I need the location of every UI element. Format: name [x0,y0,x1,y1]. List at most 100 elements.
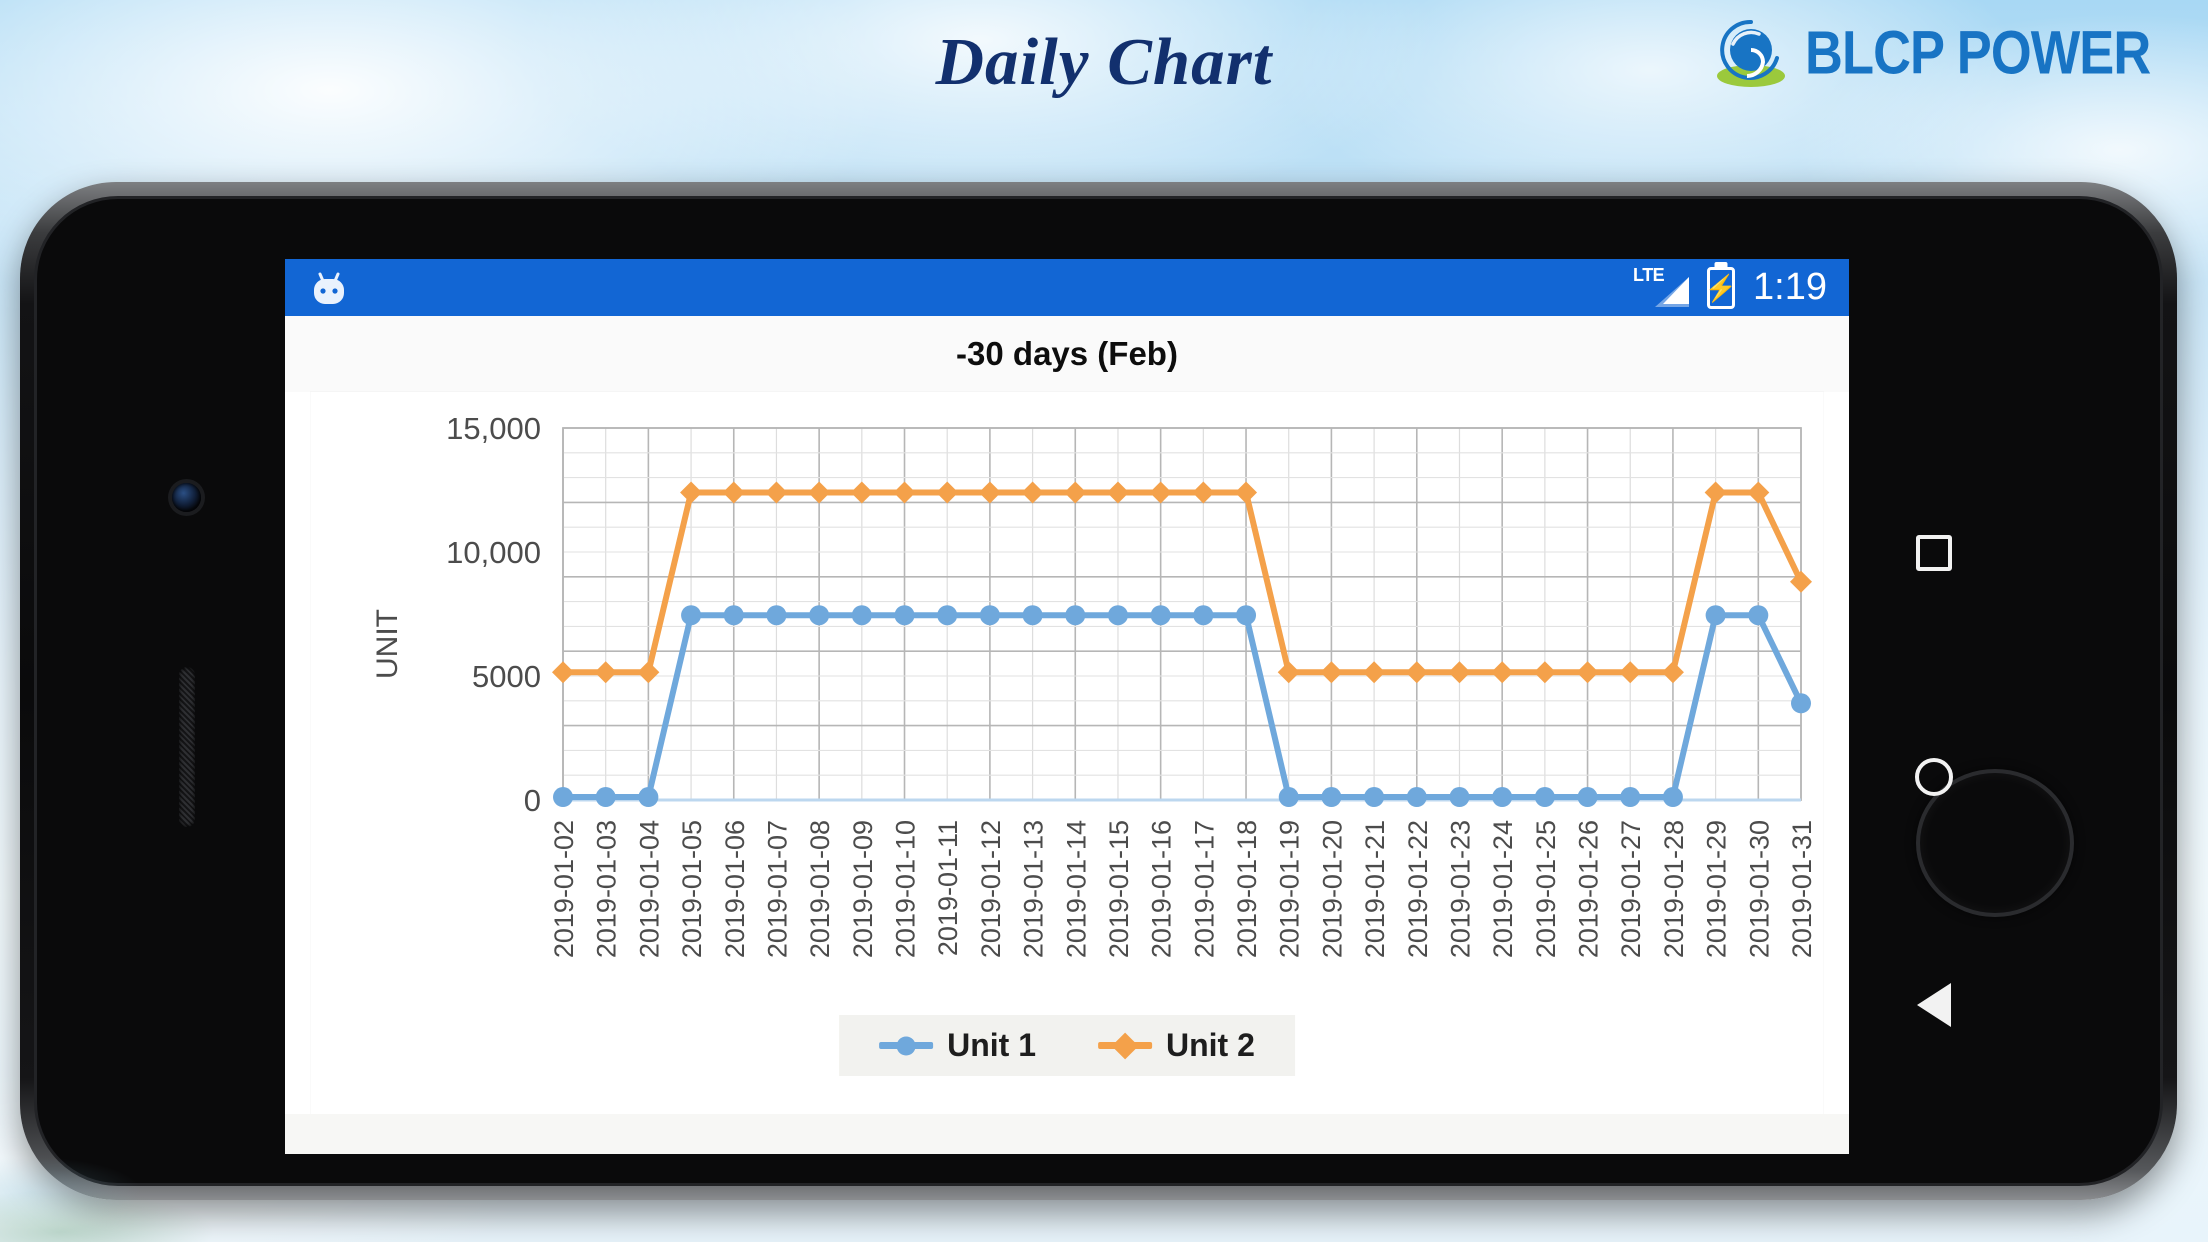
y-axis-tick-label: 15,000 [446,411,541,446]
chart-title: -30 days (Feb) [956,335,1178,372]
data-point-marker[interactable] [1492,787,1513,808]
data-point-marker[interactable] [680,481,703,504]
data-point-marker[interactable] [1150,605,1171,626]
y-axis-title: UNIT [371,609,404,679]
data-point-marker[interactable] [1406,787,1427,808]
data-point-marker[interactable] [1064,481,1087,504]
data-point-marker[interactable] [1449,787,1470,808]
data-point-marker[interactable] [1576,661,1599,684]
data-point-marker[interactable] [1107,605,1128,626]
data-point-marker[interactable] [1021,481,1044,504]
legend-item-unit1[interactable]: Unit 1 [879,1027,1036,1064]
blcp-logo: BLCP POWER [1711,14,2180,92]
x-axis-tick-label: 2019-01-18 [1232,820,1262,958]
legend-swatch-unit1 [879,1036,934,1055]
data-point-marker[interactable] [552,661,574,684]
data-point-marker[interactable] [765,481,788,504]
x-axis-tick-label: 2019-01-25 [1531,820,1561,958]
data-point-marker[interactable] [1491,661,1514,684]
data-point-marker[interactable] [1705,605,1726,626]
screen-footer [285,1114,1849,1154]
data-point-marker[interactable] [766,605,787,626]
data-point-marker[interactable] [1748,605,1769,626]
data-point-marker[interactable] [1533,661,1556,684]
data-point-marker[interactable] [979,605,1000,626]
data-point-marker[interactable] [1704,481,1727,504]
data-point-marker[interactable] [1149,481,1172,504]
x-axis-tick-label: 2019-01-28 [1659,820,1689,958]
data-point-marker[interactable] [850,481,873,504]
data-point-marker[interactable] [723,605,744,626]
data-point-marker[interactable] [1448,661,1471,684]
circle-icon[interactable] [1915,757,1953,796]
legend-swatch-unit2 [1098,1032,1152,1059]
x-axis-tick-label: 2019-01-08 [805,820,835,958]
square-icon[interactable] [1916,534,1952,571]
y-axis-tick-label: 5000 [472,659,541,694]
data-point-marker[interactable] [595,787,616,808]
x-axis-tick-label: 2019-01-15 [1104,820,1134,958]
data-point-marker[interactable] [1022,605,1043,626]
data-point-marker[interactable] [594,661,617,684]
x-axis-tick-label: 2019-01-06 [720,820,750,958]
data-point-marker[interactable] [1405,661,1428,684]
data-point-marker[interactable] [809,605,830,626]
x-axis-tick-label: 2019-01-09 [848,820,878,958]
data-point-marker[interactable] [553,787,573,808]
data-point-marker[interactable] [1192,481,1215,504]
x-axis-tick-label: 2019-01-21 [1360,820,1390,958]
page-root: Daily Chart BLCP POWER LTE ⚡ 1:19 -30 da… [0,0,2208,1242]
data-point-marker[interactable] [1235,481,1258,504]
data-point-marker[interactable] [681,605,702,626]
data-point-marker[interactable] [1363,661,1386,684]
data-point-marker[interactable] [893,481,916,504]
data-point-marker[interactable] [1619,661,1642,684]
data-point-marker[interactable] [1661,661,1684,684]
data-point-marker[interactable] [1534,787,1555,808]
data-point-marker[interactable] [978,481,1001,504]
phone-body: LTE ⚡ 1:19 -30 days (Feb) 0 5000 10,000 … [34,196,2163,1186]
blcp-swirl-logo-icon [1711,14,1789,92]
data-point-marker[interactable] [1106,481,1129,504]
data-point-marker[interactable] [1236,605,1257,626]
data-point-marker[interactable] [936,481,959,504]
data-point-marker[interactable] [1320,661,1343,684]
data-point-marker[interactable] [1747,481,1770,504]
x-axis-tick-label: 2019-01-19 [1275,820,1305,958]
data-point-marker[interactable] [1364,787,1385,808]
triangle-left-icon[interactable] [1917,983,1951,1028]
series-line-unit-1[interactable] [560,612,1804,801]
data-point-marker[interactable] [894,605,915,626]
status-clock: 1:19 [1753,266,1827,308]
data-point-marker[interactable] [722,481,745,504]
data-point-marker[interactable] [638,787,659,808]
x-axis-tick-label: 2019-01-20 [1317,820,1347,958]
x-axis-tick-label: 2019-01-30 [1744,820,1774,958]
x-axis-tick-label: 2019-01-03 [592,820,622,958]
data-point-marker[interactable] [1620,787,1641,808]
data-point-marker[interactable] [851,605,872,626]
legend-item-unit2[interactable]: Unit 2 [1098,1027,1255,1064]
series-line-unit-2[interactable] [560,489,1804,676]
x-axis-tick-label: 2019-01-16 [1147,820,1177,958]
data-point-marker[interactable] [1277,661,1300,684]
x-axis-tick-label: 2019-01-12 [976,820,1006,958]
status-indicators: LTE ⚡ 1:19 [1633,265,1827,310]
data-point-marker[interactable] [1790,570,1812,593]
signal-bars-icon: LTE [1633,265,1690,310]
data-point-marker[interactable] [1791,693,1811,714]
data-point-marker[interactable] [1065,605,1086,626]
data-point-marker[interactable] [637,661,660,684]
data-point-marker[interactable] [1577,787,1598,808]
y-axis-tick-label: 0 [524,783,541,818]
x-axis-tick-label: 2019-01-07 [762,820,792,958]
x-axis-tick-label: 2019-01-29 [1702,820,1732,958]
x-axis-tick-label: 2019-01-04 [634,820,664,958]
data-point-marker[interactable] [1193,605,1214,626]
data-point-marker[interactable] [808,481,831,504]
chart-legend: Unit 1 Unit 2 [839,1015,1295,1076]
data-point-marker[interactable] [1278,787,1299,808]
data-point-marker[interactable] [1662,787,1683,808]
data-point-marker[interactable] [1321,787,1342,808]
data-point-marker[interactable] [937,605,958,626]
